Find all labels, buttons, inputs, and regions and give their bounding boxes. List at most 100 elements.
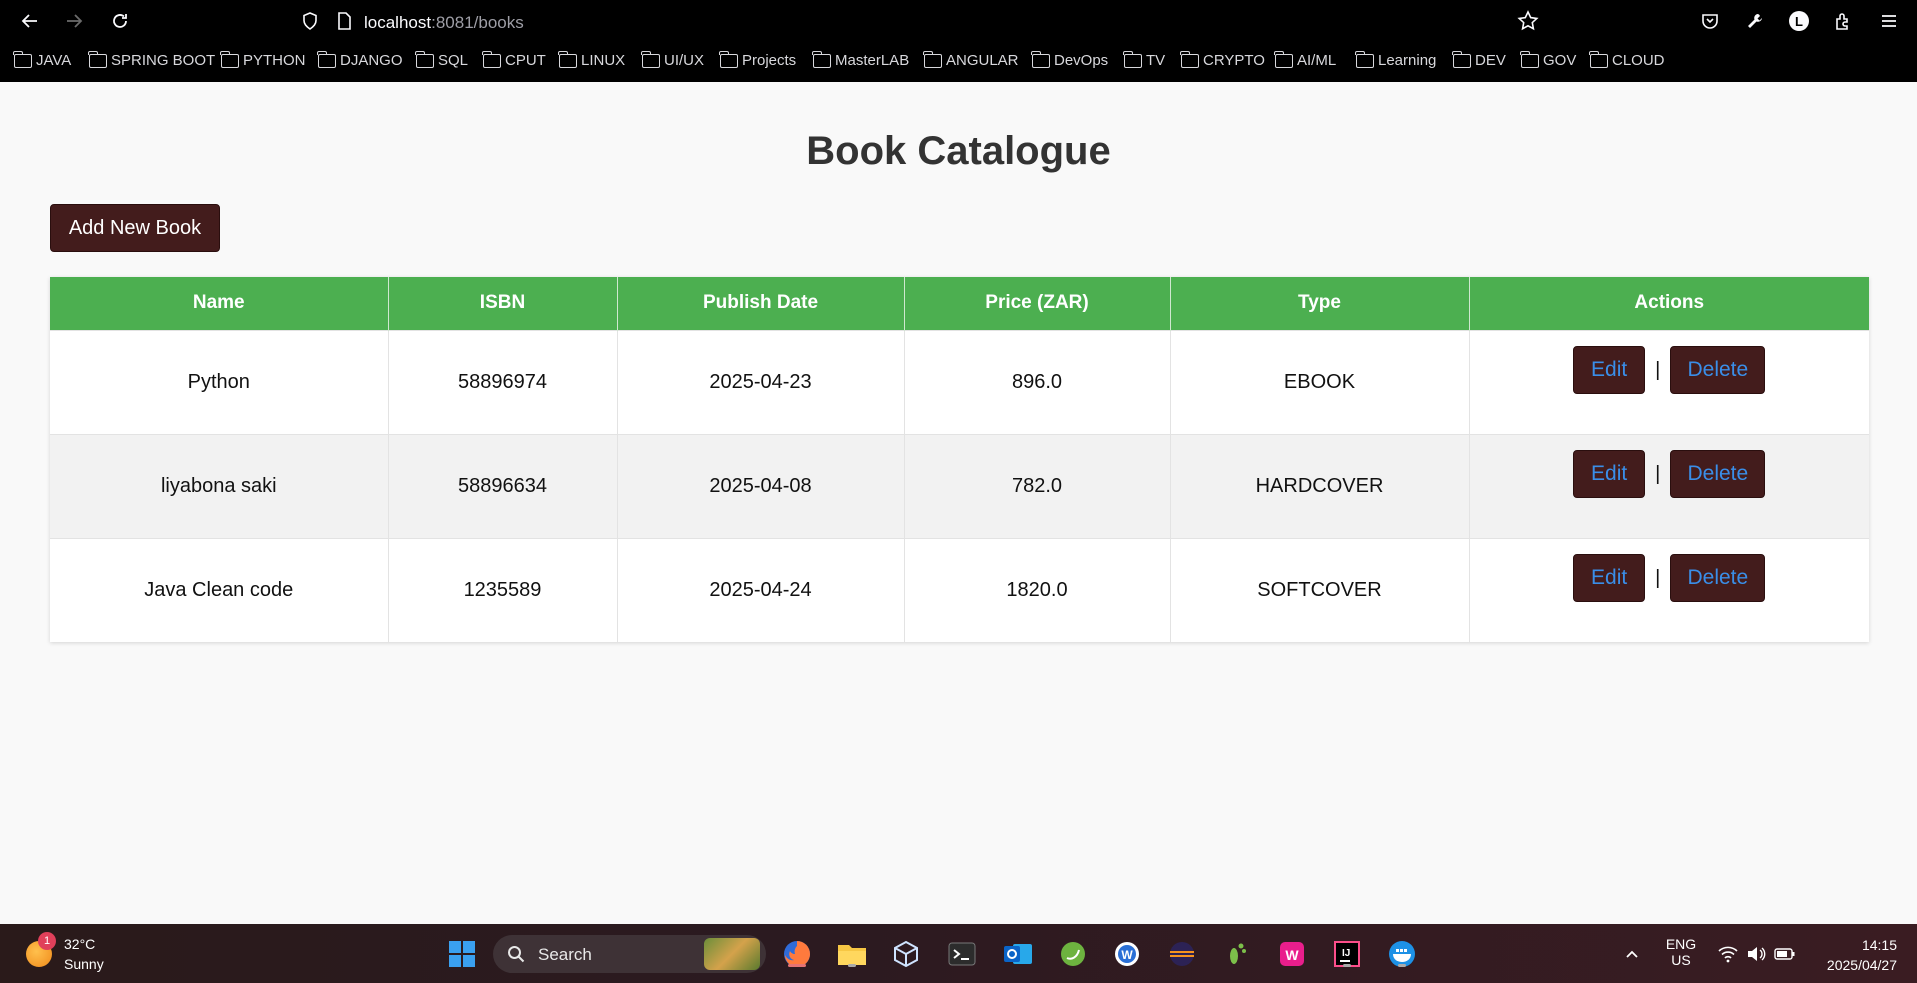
footprint-app-icon[interactable] (1221, 938, 1253, 970)
virtualbox-icon[interactable] (890, 938, 922, 970)
bookmark-label: SPRING BOOT (111, 52, 216, 69)
folder-icon (1031, 50, 1050, 68)
svg-text:W: W (1285, 947, 1299, 963)
bookmark-folder[interactable]: MasterLAB (812, 50, 909, 69)
word-app-icon[interactable]: W (1111, 938, 1143, 970)
taskbar: 1 32°C Sunny Search W W IJ ENG US 14:15 … (0, 924, 1917, 983)
row-actions: Edit | Delete (1573, 450, 1766, 498)
firefox-icon[interactable] (781, 938, 813, 970)
bookmark-folder[interactable]: DEV (1452, 50, 1506, 69)
cell-actions: Edit | Delete (1469, 537, 1869, 642)
action-separator: | (1655, 358, 1661, 381)
wrench-icon[interactable] (1742, 8, 1768, 34)
bookmark-label: GOV (1543, 52, 1577, 69)
weather-temperature: 32°C (64, 936, 96, 952)
spring-tools-icon[interactable] (1057, 938, 1089, 970)
table-row: Java Clean code 1235589 2025-04-24 1820.… (50, 537, 1869, 642)
page-icon[interactable] (334, 11, 354, 31)
column-header-price: Price (ZAR) (904, 277, 1171, 330)
bookmark-folder[interactable]: LINUX (558, 50, 625, 69)
taskbar-search[interactable]: Search (493, 935, 766, 973)
bookmark-folder[interactable]: CLOUD (1589, 50, 1665, 69)
windows-start-icon[interactable] (446, 938, 478, 970)
column-header-actions: Actions (1469, 277, 1869, 330)
forward-arrow-icon[interactable] (58, 5, 90, 37)
wamp-icon[interactable]: W (1276, 938, 1308, 970)
table-row: Python 58896974 2025-04-23 896.0 EBOOK E… (50, 329, 1869, 434)
bookmark-folder[interactable]: PYTHON (220, 50, 306, 69)
docker-icon[interactable] (1386, 938, 1418, 970)
url-path: :8081/books (431, 13, 524, 32)
bookmark-label: Learning (1378, 52, 1437, 69)
folder-icon (415, 50, 434, 68)
bookmark-folder[interactable]: CPUT (482, 50, 546, 69)
volume-icon[interactable] (1740, 938, 1772, 970)
cell-publish-date: 2025-04-08 (617, 433, 905, 538)
bookmark-folder[interactable]: DevOps (1031, 50, 1108, 69)
battery-icon[interactable] (1769, 938, 1801, 970)
delete-button[interactable]: Delete (1670, 346, 1766, 394)
bookmarks-bar: JAVA SPRING BOOT PYTHON DJANGO SQL CPUT … (0, 42, 1917, 82)
language-code: ENG (1665, 936, 1697, 952)
row-actions: Edit | Delete (1573, 554, 1766, 603)
cell-name: Java Clean code (50, 537, 389, 642)
bookmark-label: AI/ML (1297, 52, 1337, 69)
url-text[interactable]: localhost:8081/books (364, 13, 524, 33)
cell-name: liyabona saki (50, 433, 389, 538)
folder-icon (812, 50, 831, 68)
cell-type: HARDCOVER (1170, 433, 1470, 538)
edit-button[interactable]: Edit (1573, 450, 1646, 498)
search-highlight-image (704, 938, 760, 970)
edit-button[interactable]: Edit (1573, 346, 1646, 394)
table-header-row: Name ISBN Publish Date Price (ZAR) Type … (50, 277, 1869, 330)
bookmark-folder[interactable]: SPRING BOOT (88, 50, 216, 69)
cell-publish-date: 2025-04-24 (617, 537, 905, 642)
cell-name: Python (50, 329, 389, 434)
url-bar[interactable]: localhost:8081/books (288, 5, 1540, 37)
folder-icon (1274, 50, 1293, 68)
language-indicator[interactable]: ENG US (1664, 936, 1698, 968)
bookmark-folder[interactable]: SQL (415, 50, 468, 69)
chevron-up-icon[interactable] (1616, 938, 1648, 970)
shield-icon[interactable] (300, 11, 320, 31)
eclipse-icon[interactable] (1166, 938, 1198, 970)
folder-icon (220, 50, 239, 68)
system-clock[interactable]: 14:15 2025/04/27 (1827, 935, 1897, 975)
bookmark-folder[interactable]: AI/ML (1274, 50, 1337, 69)
file-explorer-icon[interactable] (836, 938, 868, 970)
bookmark-folder[interactable]: GOV (1520, 50, 1577, 69)
bookmark-folder[interactable]: Projects (719, 50, 796, 69)
folder-icon (923, 50, 942, 68)
bookmark-folder[interactable]: JAVA (13, 50, 71, 69)
cell-actions: Edit | Delete (1469, 433, 1869, 538)
terminal-icon[interactable] (946, 938, 978, 970)
delete-button[interactable]: Delete (1670, 450, 1766, 498)
extensions-icon[interactable] (1830, 8, 1856, 34)
bookmark-star-icon[interactable] (1516, 9, 1540, 33)
menu-icon[interactable] (1876, 8, 1902, 34)
edit-button[interactable]: Edit (1573, 554, 1646, 603)
folder-icon (1123, 50, 1142, 68)
bookmark-label: PYTHON (243, 52, 306, 69)
browser-toolbar: localhost:8081/books L (0, 0, 1917, 42)
delete-button[interactable]: Delete (1670, 554, 1766, 603)
bookmark-folder[interactable]: CRYPTO (1180, 50, 1265, 69)
region-code: US (1671, 952, 1691, 968)
reload-icon[interactable] (104, 5, 136, 37)
intellij-icon[interactable]: IJ (1331, 938, 1363, 970)
pocket-icon[interactable] (1697, 8, 1723, 34)
bookmark-folder[interactable]: ANGULAR (923, 50, 1019, 69)
action-separator: | (1655, 462, 1661, 485)
back-arrow-icon[interactable] (14, 5, 46, 37)
folder-icon (1355, 50, 1374, 68)
bookmark-folder[interactable]: UI/UX (641, 50, 705, 69)
action-separator: | (1655, 566, 1661, 589)
bookmark-folder[interactable]: TV (1123, 50, 1165, 69)
add-new-book-button[interactable]: Add New Book (50, 204, 220, 252)
bookmark-folder[interactable]: Learning (1355, 50, 1437, 69)
outlook-icon[interactable] (1002, 938, 1034, 970)
bookmark-folder[interactable]: DJANGO (317, 50, 403, 69)
profile-avatar[interactable]: L (1786, 8, 1812, 34)
folder-icon (1589, 50, 1608, 68)
bookmark-label: UI/UX (664, 52, 705, 69)
